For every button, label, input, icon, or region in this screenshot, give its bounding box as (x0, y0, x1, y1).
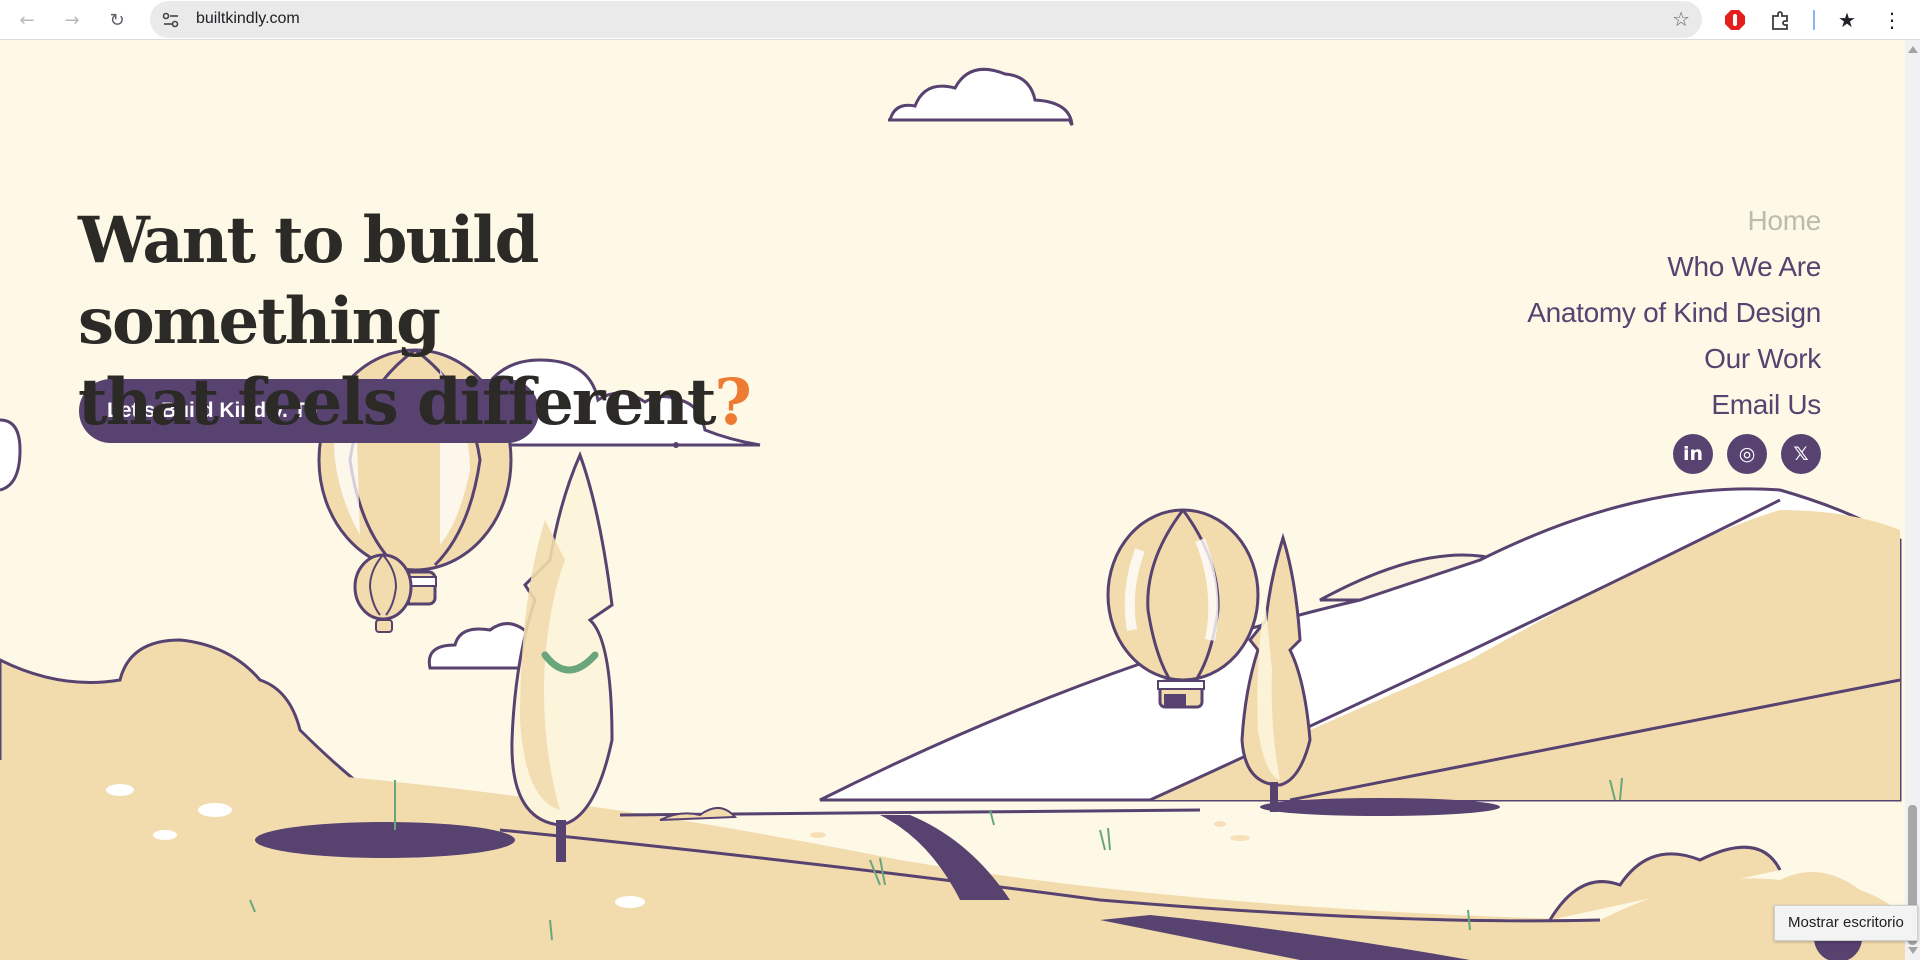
hot-air-balloon-small (353, 553, 413, 633)
scroll-down-icon[interactable] (1908, 947, 1918, 954)
kebab-menu-icon[interactable]: ⋮ (1879, 7, 1905, 33)
nav-item-our-work[interactable]: Our Work (1527, 336, 1821, 382)
forward-arrow-icon[interactable]: → (58, 6, 86, 34)
hero-heading: Want to build something that feels diffe… (78, 200, 798, 443)
page-viewport: Want to build something that feels diffe… (0, 40, 1905, 960)
puzzle-extensions-icon[interactable] (1768, 7, 1794, 33)
show-desktop-tooltip: Mostrar escritorio (1774, 905, 1918, 941)
tree-tall (510, 450, 614, 862)
scroll-up-icon[interactable] (1908, 46, 1918, 53)
top-cloud (888, 67, 1074, 126)
page-scrollbar[interactable] (1905, 40, 1920, 960)
browser-toolbar: ← → ↻ builtkindly.com ☆ ★ ⋮ (0, 0, 1920, 40)
star-icon[interactable]: ☆ (1672, 7, 1690, 31)
nav-item-home[interactable]: Home (1527, 198, 1822, 244)
social-links: in ◎ 𝕏 (1673, 434, 1821, 474)
hero-heading-line-1: Want to build something (78, 203, 539, 359)
x-twitter-icon[interactable]: 𝕏 (1781, 434, 1821, 474)
reload-icon[interactable]: ↻ (103, 6, 131, 34)
back-arrow-icon[interactable]: ← (13, 6, 41, 34)
address-bar[interactable]: builtkindly.com ☆ (150, 1, 1702, 38)
mountains (819, 487, 1902, 802)
landscape-illustration (0, 67, 1905, 960)
adblock-icon[interactable] (1722, 7, 1748, 33)
hero-question-mark: ? (714, 365, 751, 440)
small-cloud (427, 622, 532, 670)
site-info-icon[interactable] (160, 9, 182, 31)
ground-dots (810, 821, 1250, 841)
nav-item-who-we-are[interactable]: Who We Are (1527, 244, 1821, 290)
instagram-icon[interactable]: ◎ (1727, 434, 1767, 474)
bookmarks-star-icon[interactable]: ★ (1834, 7, 1860, 33)
nav-item-anatomy-of-kind-design[interactable]: Anatomy of Kind Design (1527, 290, 1821, 336)
toolbar-separator (1813, 10, 1815, 30)
main-nav: Home Who We Are Anatomy of Kind Design O… (1527, 198, 1821, 428)
url-text[interactable]: builtkindly.com (196, 10, 300, 28)
nav-item-email-us[interactable]: Email Us (1527, 382, 1821, 428)
hero-heading-line-2: that feels different (78, 365, 716, 440)
linkedin-icon[interactable]: in (1673, 434, 1713, 474)
